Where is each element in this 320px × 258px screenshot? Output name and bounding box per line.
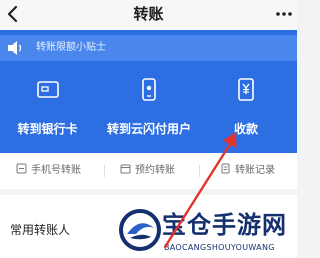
transfer-records-label: 转账记录 (235, 165, 275, 176)
receive-money-button[interactable]: 收款 (205, 70, 287, 140)
transfer-to-user-label: 转到云闪付用户 (106, 122, 191, 136)
watermark-title: 宝仓手游网 (162, 211, 287, 239)
scheduled-transfer-button[interactable]: 预约转账 (120, 163, 175, 179)
frequent-recipients-heading: 常用转账人 (10, 223, 71, 237)
limit-notice-bar[interactable]: 转账限额小贴士 (0, 35, 297, 61)
secondary-actions: 手机号转账 预约转账 转账记录 (0, 153, 297, 189)
scheduled-transfer-label: 预约转账 (135, 165, 175, 176)
page-title: 转账 (133, 5, 164, 23)
phone-user-icon (142, 78, 156, 101)
receive-money-label: 收款 (233, 122, 258, 136)
transfer-panel: 转账限额小贴士 转到银行卡 转到云闪付用户 收款 (0, 30, 297, 153)
transfer-to-user-button[interactable]: 转到云闪付用户 (99, 70, 199, 140)
phone-transfer-icon (16, 163, 27, 174)
bank-card-icon (36, 81, 59, 98)
transfer-to-bank-card-label: 转到银行卡 (17, 122, 78, 136)
divider (199, 165, 200, 177)
more-dots-icon[interactable] (274, 6, 294, 22)
watermark-subtitle: BAOCANGSHOUYOUWANG (164, 243, 275, 252)
phone-transfer-label: 手机号转账 (31, 165, 81, 176)
divider (104, 165, 105, 177)
nav-bar: 转账 (0, 0, 297, 30)
yuan-receipt-icon (238, 78, 254, 101)
calendar-icon (120, 164, 131, 174)
speaker-icon (8, 41, 22, 55)
watermark-logo-icon (119, 209, 161, 251)
main-actions: 转到银行卡 转到云闪付用户 收款 (0, 70, 297, 140)
watermark: 宝仓手游网 BAOCANGSHOUYOUWANG (118, 207, 297, 258)
transfer-to-bank-card-button[interactable]: 转到银行卡 (0, 70, 95, 140)
notice-text: 转账限额小贴士 (36, 42, 106, 53)
phone-transfer-button[interactable]: 手机号转账 (16, 163, 81, 179)
transfer-records-button[interactable]: 转账记录 (220, 163, 275, 179)
record-icon (221, 163, 230, 174)
